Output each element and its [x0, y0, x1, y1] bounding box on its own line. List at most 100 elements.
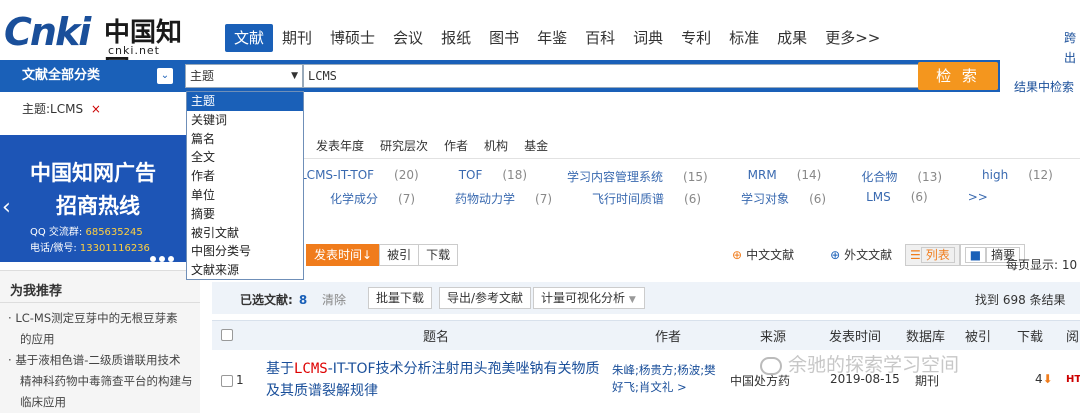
globe-icon: ⊕ [830, 248, 841, 262]
filter-tag-label: 主题:LCMS [22, 102, 84, 116]
recommend-item[interactable]: 临床应用 [8, 392, 196, 413]
foreign-docs-link[interactable]: ⊕ 外文文献 [830, 246, 910, 263]
search-field-value: 主题 [190, 69, 215, 83]
export-button[interactable]: 导出/参考文献 [439, 287, 532, 309]
dropdown-option[interactable]: 摘要 [187, 205, 303, 224]
nav-item[interactable]: 标准 [720, 24, 768, 52]
chinese-icon: ⊕ [732, 248, 743, 262]
ad-subheadline: 招商热线 [56, 194, 140, 218]
sort-by-download-button[interactable]: 下载 [418, 244, 459, 266]
col-download[interactable]: 下载 [1017, 326, 1043, 345]
dropdown-option[interactable]: 文献来源 [187, 261, 303, 280]
search-input[interactable]: LCMS [303, 64, 919, 88]
col-cited[interactable]: 被引 [965, 326, 991, 345]
col-date[interactable]: 发表时间 [829, 326, 881, 345]
result-download-count[interactable]: 4⬇ [1035, 372, 1053, 386]
visual-analysis-button[interactable]: 计量可视化分析 ▼ [533, 287, 645, 309]
result-authors[interactable]: 朱峰;杨贵方;杨波;樊好飞;肖文礼 > [612, 362, 720, 396]
nav-item[interactable]: 更多>> [816, 24, 889, 52]
nav-item[interactable]: 博硕士 [321, 24, 384, 52]
tab-org[interactable]: 机构 [484, 137, 508, 154]
category-button[interactable]: 文献全部分类 [0, 60, 180, 92]
chevron-down-icon[interactable]: ⌄ [157, 68, 173, 84]
chinese-docs-link[interactable]: ⊕ 中文文献 [732, 246, 812, 263]
chevron-left-icon[interactable]: ‹ [2, 195, 11, 220]
selected-count: 已选文献: 8 [240, 293, 308, 307]
list-view-button[interactable]: ☰ 列表 [905, 244, 960, 266]
group-filter-tabs: 发表年度 研究层次 作者 机构 基金 [316, 137, 564, 154]
dropdown-option[interactable]: 作者 [187, 167, 303, 186]
nav-item[interactable]: 图书 [480, 24, 528, 52]
search-button[interactable]: 检 索 [918, 62, 998, 90]
recommend-title: 为我推荐 [10, 284, 63, 299]
nav-item[interactable]: 百科 [576, 24, 624, 52]
top-right-links[interactable]: 跨 出 [1064, 28, 1076, 68]
top-right-link-1[interactable]: 跨 [1064, 28, 1076, 48]
ad-banner[interactable]: 中国知网广告 招商热线 QQ 交流群: 685635245 电话/微号: 133… [0, 135, 186, 262]
keyword-facet[interactable]: MRM (14) [748, 168, 842, 185]
wechat-icon [760, 356, 782, 375]
keyword-facet[interactable]: high (12) [982, 168, 1073, 185]
ad-headline: 中国知网广告 [30, 161, 156, 185]
keyword-facet[interactable]: LMS (6) [866, 190, 948, 207]
result-title-link[interactable]: 基于LCMS-IT-TOF技术分析注射用头孢美唑钠有关物质及其质谱裂解规律 [266, 358, 606, 402]
dropdown-option[interactable]: 主题 [187, 92, 303, 111]
dropdown-option[interactable]: 篇名 [187, 130, 303, 149]
nav-item[interactable]: 专利 [672, 24, 720, 52]
active-filter-tag: 主题:LCMS × [22, 100, 101, 117]
nav-item[interactable]: 文献 [225, 24, 274, 52]
tab-fund[interactable]: 基金 [524, 137, 548, 154]
batch-download-button[interactable]: 批量下载 [368, 287, 433, 309]
keyword-facet[interactable]: LCMS-IT-TOF (20) [300, 168, 439, 185]
divider [0, 302, 200, 303]
keyword-facet[interactable]: 化学成分 (7) [330, 190, 435, 207]
select-all-checkbox[interactable] [221, 329, 233, 341]
col-db[interactable]: 数据库 [906, 326, 945, 345]
keyword-facet[interactable]: TOF (18) [459, 168, 547, 185]
search-in-results-link[interactable]: 结果中检索 [1014, 78, 1074, 95]
col-source[interactable]: 来源 [760, 326, 786, 345]
keyword-facet[interactable]: 学习对象 (6) [741, 190, 846, 207]
nav-item[interactable]: 词典 [624, 24, 672, 52]
carousel-dots[interactable] [150, 251, 177, 262]
tab-level[interactable]: 研究层次 [380, 137, 428, 154]
sort-by-cited-button[interactable]: 被引 [379, 244, 420, 266]
recommend-item[interactable]: 的应用 [8, 329, 196, 350]
per-page-selector[interactable]: 每页显示: 10 [1006, 256, 1077, 273]
clear-selection-link[interactable]: 清除 [322, 291, 346, 308]
top-right-link-2[interactable]: 出 [1064, 48, 1076, 68]
cnki-logo[interactable]: Cnki 中国知网 cnki.net [4, 8, 204, 85]
tab-year[interactable]: 发表年度 [316, 137, 364, 154]
col-read[interactable]: 阅 [1066, 326, 1079, 345]
logo-mark: Cnki [4, 10, 91, 54]
col-title[interactable]: 题名 [423, 326, 449, 345]
keyword-facet[interactable]: 药物动力学 (7) [455, 190, 572, 207]
nav-item[interactable]: 会议 [384, 24, 432, 52]
recommend-item[interactable]: 精神科药物中毒筛查平台的构建与 [8, 371, 196, 392]
result-count: 找到 698 条结果 [975, 293, 1066, 307]
nav-item[interactable]: 报纸 [432, 24, 480, 52]
col-author[interactable]: 作者 [655, 326, 681, 345]
close-icon[interactable]: × [91, 102, 101, 116]
caret-down-icon: ▼ [291, 71, 298, 81]
keyword-facet[interactable]: 学习内容管理系统 (15) [567, 168, 728, 185]
nav-item[interactable]: 成果 [768, 24, 816, 52]
html-read-icon[interactable]: HTML [1066, 374, 1080, 385]
dropdown-option[interactable]: 单位 [187, 186, 303, 205]
recommend-item[interactable]: · LC-MS测定豆芽中的无根豆芽素 [8, 308, 196, 329]
dropdown-option[interactable]: 中图分类号 [187, 242, 303, 261]
nav-item[interactable]: 期刊 [273, 24, 321, 52]
row-checkbox[interactable] [221, 375, 233, 387]
dropdown-option[interactable]: 关键词 [187, 111, 303, 130]
keyword-facet[interactable]: 化合物 (13) [861, 168, 962, 185]
tab-author[interactable]: 作者 [444, 137, 468, 154]
dropdown-option[interactable]: 被引文献 [187, 224, 303, 243]
search-field-dropdown: 主题 关键词 篇名 全文 作者 单位 摘要 被引文献 中图分类号 文献来源 [186, 91, 304, 280]
search-field-select[interactable]: 主题 ▼ [185, 64, 303, 88]
keyword-facet[interactable]: 飞行时间质谱 (6) [592, 190, 721, 207]
sort-by-date-button[interactable]: 发表时间↓ [306, 244, 381, 266]
keyword-facet[interactable]: >> [968, 190, 1028, 207]
recommend-item[interactable]: · 基于液相色谱-二级质谱联用技术 [8, 350, 196, 371]
dropdown-option[interactable]: 全文 [187, 148, 303, 167]
nav-item[interactable]: 年鉴 [528, 24, 576, 52]
